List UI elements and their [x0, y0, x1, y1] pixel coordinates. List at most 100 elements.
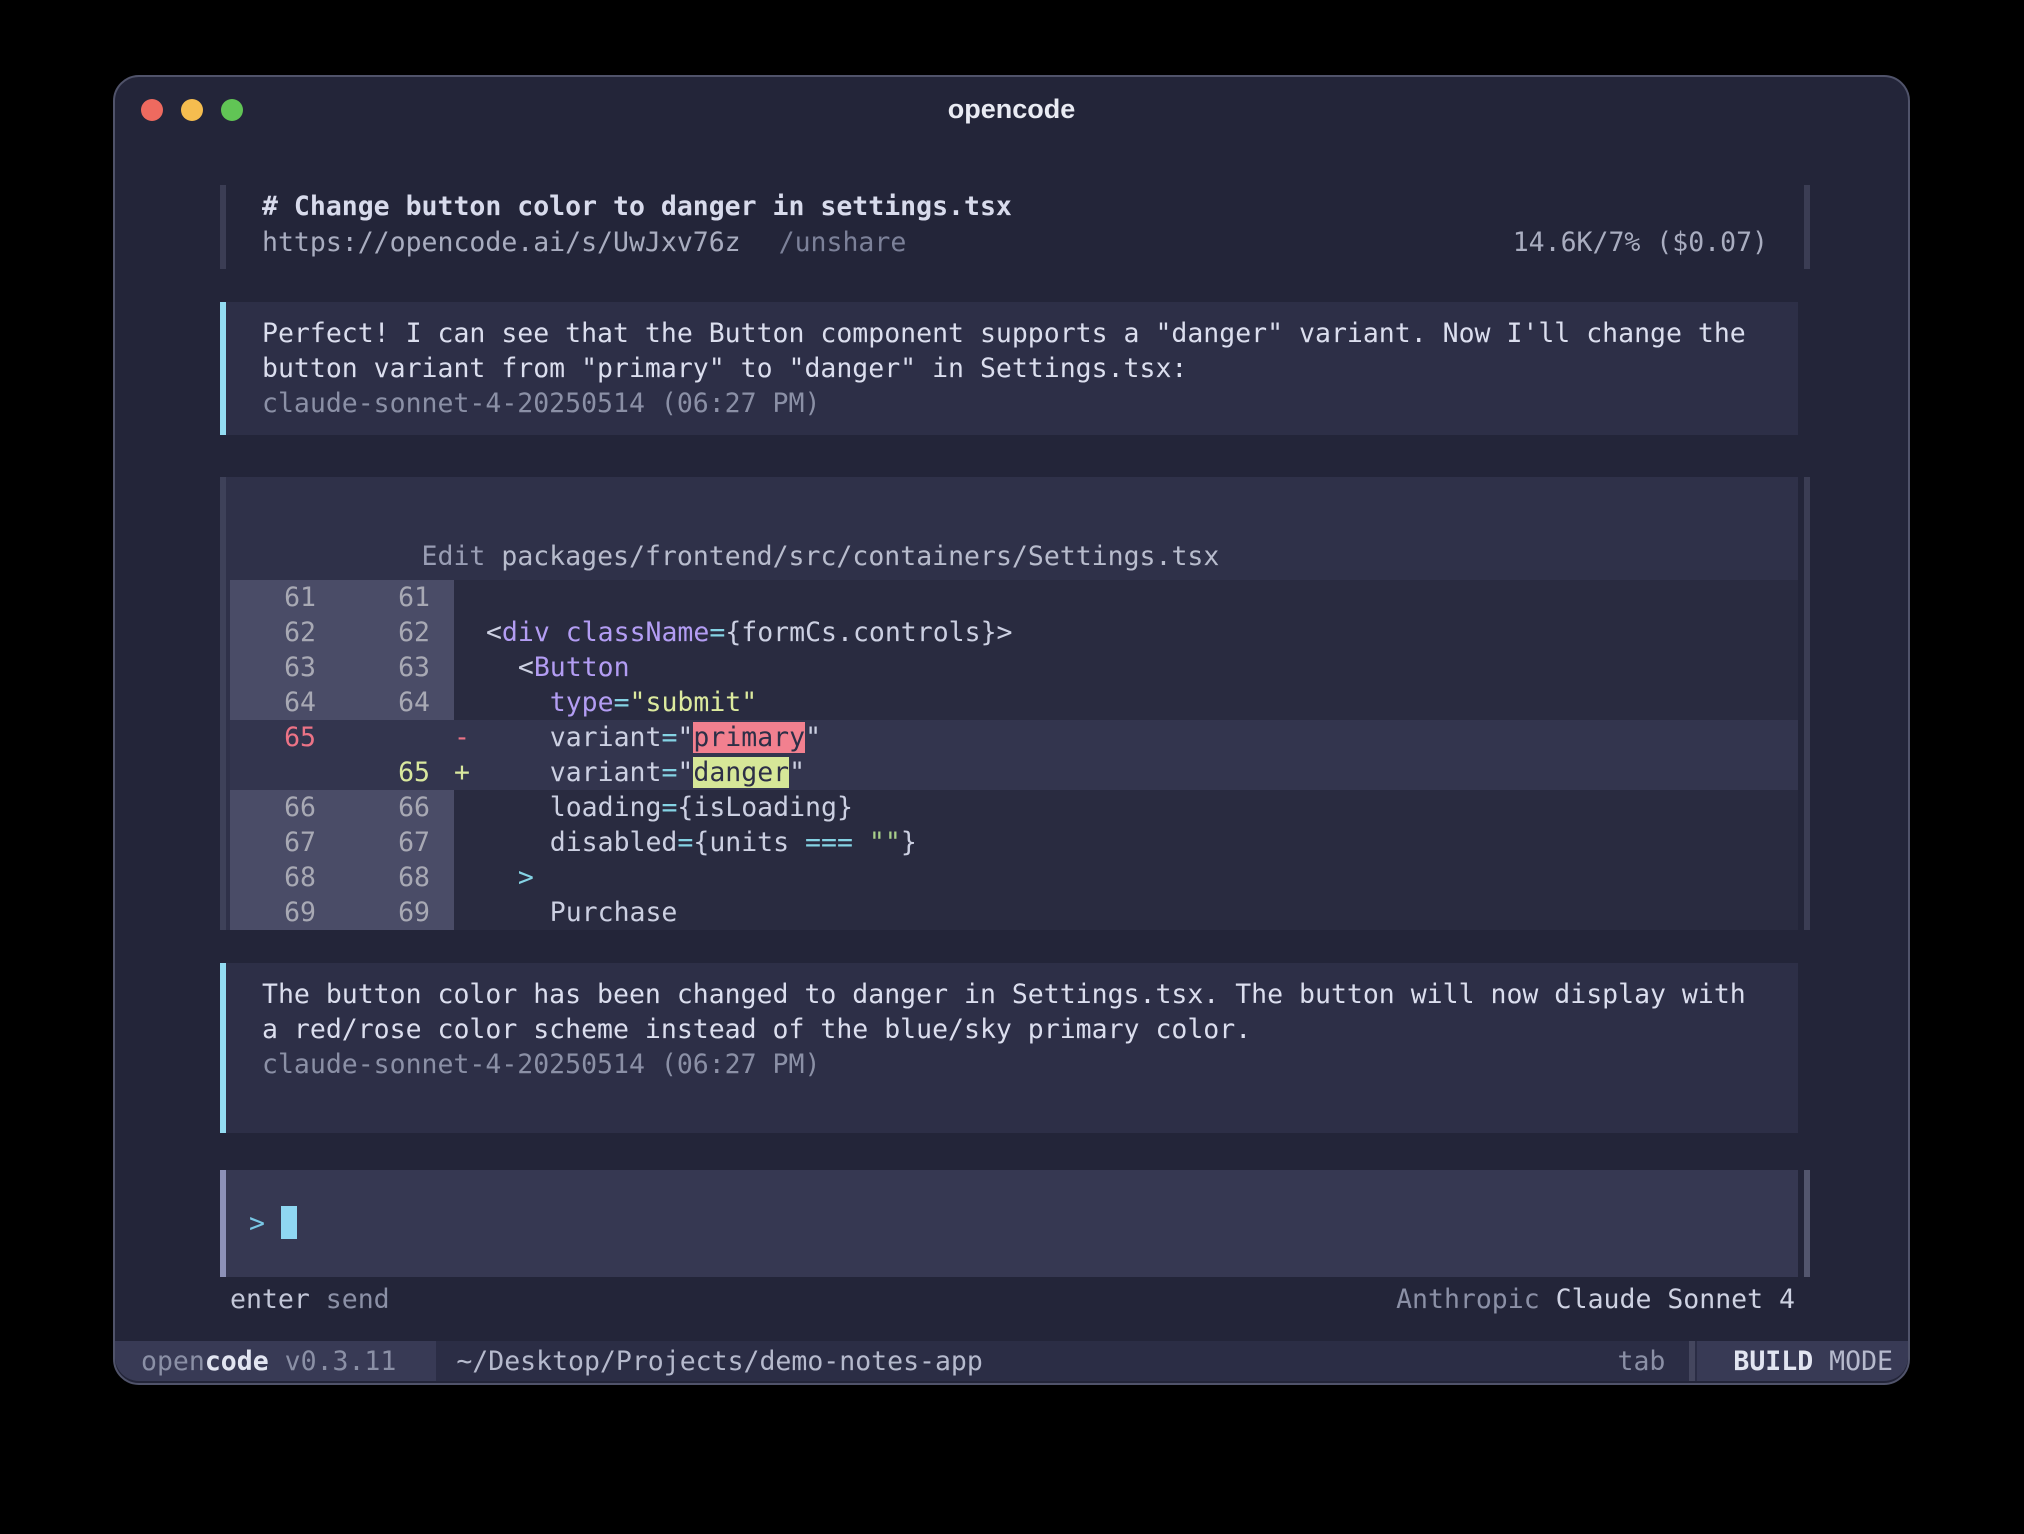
- diff-row: 6161: [230, 580, 1798, 615]
- line-number-old: 66: [230, 790, 342, 825]
- diff-code-line: >: [454, 860, 1798, 895]
- code-token: {isLoading}: [677, 792, 853, 823]
- diff-row: 6969 Purchase: [230, 895, 1798, 930]
- code-token: =: [677, 827, 693, 858]
- line-number-old: 69: [230, 895, 342, 930]
- code-token: {units: [693, 827, 805, 858]
- session-meta-row: https://opencode.ai/s/UwJxv76z /unshare …: [262, 225, 1768, 261]
- diff-table: 6161 6262 <div className={formCs.control…: [230, 580, 1798, 930]
- message-text-line: The button color has been changed to dan…: [262, 977, 1798, 1012]
- code-token: ": [789, 757, 805, 788]
- diff-row: 6464 type="submit": [230, 685, 1798, 720]
- session-header-left-border: [220, 185, 226, 269]
- code-token: <: [486, 617, 502, 648]
- diff-code-line: type="submit": [454, 685, 1798, 720]
- diff-marker: -: [454, 722, 470, 753]
- code-token: [470, 652, 518, 683]
- code-token: variant: [550, 722, 662, 753]
- minimize-window-button[interactable]: [181, 99, 203, 121]
- diff-row: 6363 <Button: [230, 650, 1798, 685]
- code-token: [470, 827, 550, 858]
- model-label: Claude Sonnet 4: [1556, 1282, 1795, 1317]
- code-token: danger: [693, 757, 789, 788]
- close-window-button[interactable]: [141, 99, 163, 121]
- code-token: Button: [534, 652, 630, 683]
- code-token: disabled: [550, 827, 678, 858]
- edit-file-path: packages/frontend/src/containers/Setting…: [501, 541, 1219, 572]
- diff-code-line: Purchase: [454, 895, 1798, 930]
- diff-row: 6868 >: [230, 860, 1798, 895]
- share-url-link[interactable]: https://opencode.ai/s/UwJxv76z: [262, 225, 741, 261]
- diff-marker: [454, 792, 470, 823]
- send-action-label: send: [326, 1282, 390, 1317]
- token-usage: 14.6K/7% ($0.07): [1513, 225, 1768, 261]
- assistant-message-body: Perfect! I can see that the Button compo…: [226, 302, 1798, 435]
- mode-name: BUILD: [1733, 1346, 1813, 1377]
- diff-marker: [454, 862, 470, 893]
- message-text-line: button variant from "primary" to "danger…: [262, 351, 1798, 386]
- code-token: loading: [550, 792, 662, 823]
- prompt-input-box[interactable]: >: [220, 1170, 1810, 1277]
- window-titlebar: opencode: [115, 77, 1908, 141]
- line-number-new: 65: [342, 755, 454, 790]
- code-token: =: [661, 722, 677, 753]
- assistant-message-body: The button color has been changed to dan…: [226, 963, 1798, 1133]
- code-token: [470, 792, 550, 823]
- code-token: [470, 722, 550, 753]
- window-title: opencode: [115, 77, 1908, 141]
- code-token: =: [661, 792, 677, 823]
- line-number-old: [230, 755, 342, 790]
- diff-code-line: <Button: [454, 650, 1798, 685]
- code-token: className: [566, 617, 710, 648]
- line-number-old: 65: [230, 720, 342, 755]
- provider-label: Anthropic: [1396, 1282, 1540, 1317]
- unshare-command[interactable]: /unshare: [779, 225, 907, 261]
- diff-code-line: [454, 580, 1798, 615]
- line-number-new: 62: [342, 615, 454, 650]
- maximize-window-button[interactable]: [221, 99, 243, 121]
- tab-keybind-label: tab: [1618, 1346, 1666, 1377]
- app-version: v0.3.11: [285, 1346, 397, 1377]
- code-token: >: [518, 862, 534, 893]
- line-number-new: 67: [342, 825, 454, 860]
- mode-suffix: MODE: [1829, 1346, 1893, 1377]
- line-number-old: 68: [230, 860, 342, 895]
- spacer: [390, 1282, 1396, 1317]
- code-token: =: [709, 617, 725, 648]
- code-token: =: [614, 687, 630, 718]
- assistant-message-1: Perfect! I can see that the Button compo…: [220, 302, 1798, 435]
- diff-marker: [454, 617, 470, 648]
- hints-row: enter send Anthropic Claude Sonnet 4: [220, 1282, 1810, 1317]
- app-name-suffix: code: [205, 1346, 269, 1377]
- app-name-prefix: open: [141, 1346, 205, 1377]
- assistant-message-2: The button color has been changed to dan…: [220, 963, 1798, 1133]
- code-token: <: [518, 652, 534, 683]
- edit-block-right-border: [1804, 477, 1810, 930]
- diff-row: 65+ variant="danger": [230, 755, 1798, 790]
- prompt-input[interactable]: >: [226, 1170, 1798, 1277]
- diff-marker: +: [454, 757, 470, 788]
- code-token: [853, 827, 869, 858]
- code-token: ": [677, 722, 693, 753]
- code-token: "": [869, 827, 901, 858]
- diff-row: 6262 <div className={formCs.controls}>: [230, 615, 1798, 650]
- message-text-line: a red/rose color scheme instead of the b…: [262, 1012, 1798, 1047]
- edit-block-body: Editpackages/frontend/src/containers/Set…: [226, 477, 1798, 930]
- session-header-right-border: [1804, 185, 1810, 269]
- code-token: [470, 862, 518, 893]
- code-token: }: [901, 827, 917, 858]
- prompt-symbol: >: [249, 1208, 265, 1239]
- session-title: # Change button color to danger in setti…: [262, 189, 1810, 225]
- session-header: # Change button color to danger in setti…: [220, 185, 1810, 269]
- code-token: ===: [805, 827, 853, 858]
- line-number-new: 69: [342, 895, 454, 930]
- line-number-old: 67: [230, 825, 342, 860]
- status-bar-divider: [1689, 1341, 1695, 1381]
- line-number-old: 63: [230, 650, 342, 685]
- enter-keybind-label: enter: [230, 1282, 310, 1317]
- app-version-chip: opencode v0.3.11: [115, 1341, 436, 1381]
- code-token: div: [502, 617, 550, 648]
- code-token: [470, 687, 550, 718]
- line-number-new: [342, 720, 454, 755]
- line-number-new: 68: [342, 860, 454, 895]
